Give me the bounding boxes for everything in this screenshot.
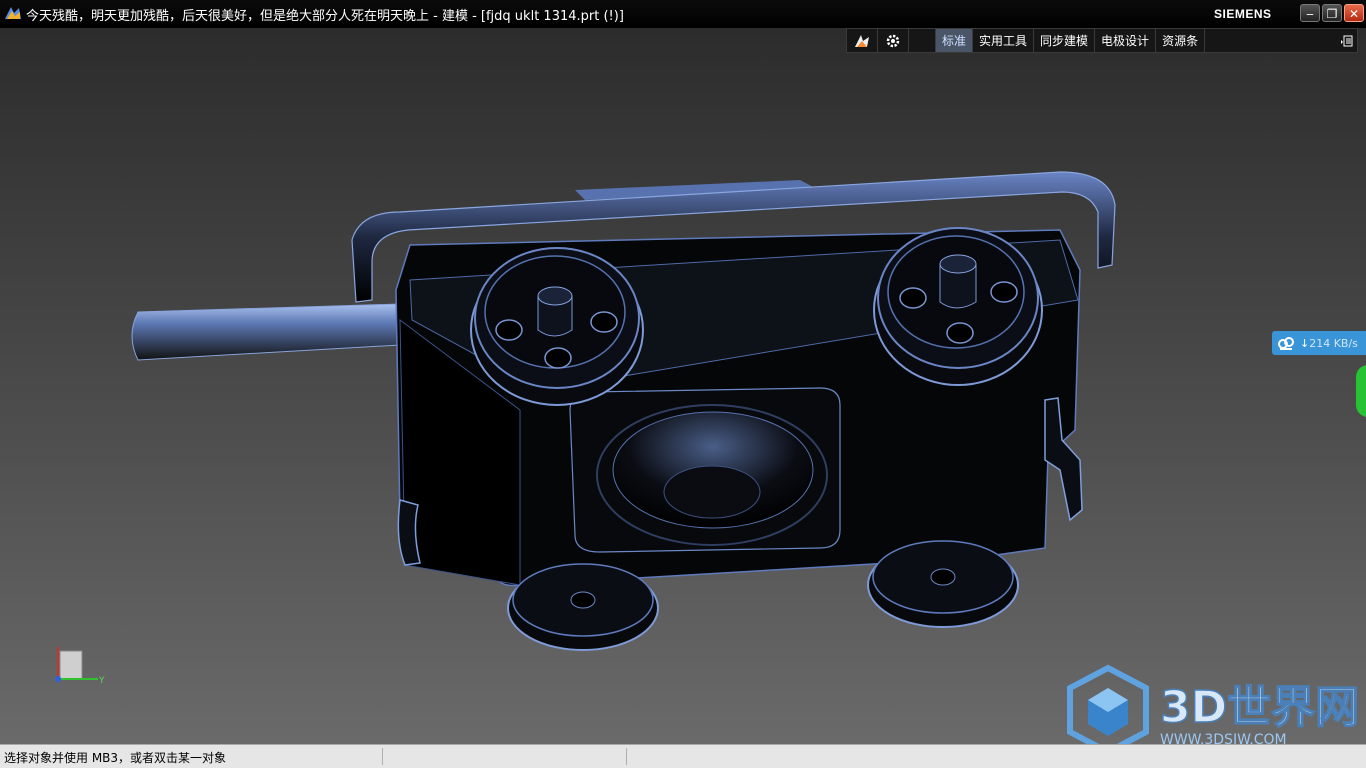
- wheel-top-left: [470, 247, 644, 406]
- restore-button[interactable]: ❐: [1322, 4, 1342, 22]
- ribbon-options-button[interactable]: [1337, 29, 1357, 52]
- minimize-button[interactable]: ‒: [1300, 4, 1320, 22]
- close-button[interactable]: ✕: [1344, 4, 1364, 22]
- view-triad[interactable]: Y: [50, 643, 110, 693]
- download-speed-widget[interactable]: ↓ 214 KB/s: [1272, 331, 1366, 355]
- nx-app-icon[interactable]: [4, 5, 22, 21]
- tab-utilities[interactable]: 实用工具: [973, 29, 1035, 52]
- ribbon-spacer: [909, 29, 936, 52]
- roles-button[interactable]: [847, 29, 878, 52]
- status-divider: [382, 748, 383, 765]
- tab-resource-bar[interactable]: 资源条: [1156, 29, 1206, 52]
- wheel-bottom-right: [867, 540, 1019, 628]
- gear-icon: [886, 34, 900, 47]
- ribbon-filler: [1205, 29, 1337, 52]
- floating-ball[interactable]: [1356, 365, 1366, 417]
- tab-standard[interactable]: 标准: [936, 29, 974, 52]
- settings-button[interactable]: [878, 29, 909, 52]
- status-bar: 选择对象并使用 MB3，或者双击某一对象: [0, 744, 1366, 768]
- status-divider: [626, 748, 627, 765]
- watermark-text: 3D世界网: [1160, 682, 1359, 733]
- watermark-logo: 3D世界网 WWW.3DSJW.COM: [1067, 664, 1360, 752]
- wheel-bottom-left: [507, 563, 659, 651]
- part-model[interactable]: [0, 28, 1366, 744]
- menu-icon: [1341, 35, 1353, 46]
- download-speed: 214 KB/s: [1309, 336, 1358, 350]
- ribbon-bar: 标准 实用工具 同步建模 电极设计 资源条: [846, 28, 1358, 53]
- down-arrow-icon: ↓: [1300, 336, 1310, 350]
- triad-y-label: Y: [98, 676, 105, 686]
- wheel-top-right: [873, 227, 1043, 386]
- window-title: 今天残酷，明天更加残酷，后天很美好，但是绝大部分人死在明天晚上 - 建模 - […: [26, 9, 624, 24]
- siemens-logo: SIEMENS: [1214, 7, 1272, 21]
- title-bar: 今天残酷，明天更加残酷，后天很美好，但是绝大部分人死在明天晚上 - 建模 - […: [0, 0, 1366, 28]
- cloud-icon: [1272, 331, 1300, 355]
- graphics-viewport[interactable]: Y: [0, 28, 1366, 744]
- shaft: [131, 303, 401, 361]
- status-prompt: 选择对象并使用 MB3，或者双击某一对象: [4, 751, 227, 765]
- tab-electrode-design[interactable]: 电极设计: [1095, 29, 1157, 52]
- tab-synchronous-modeling[interactable]: 同步建模: [1034, 29, 1096, 52]
- dome-center: [663, 465, 761, 519]
- roles-icon: [855, 34, 869, 47]
